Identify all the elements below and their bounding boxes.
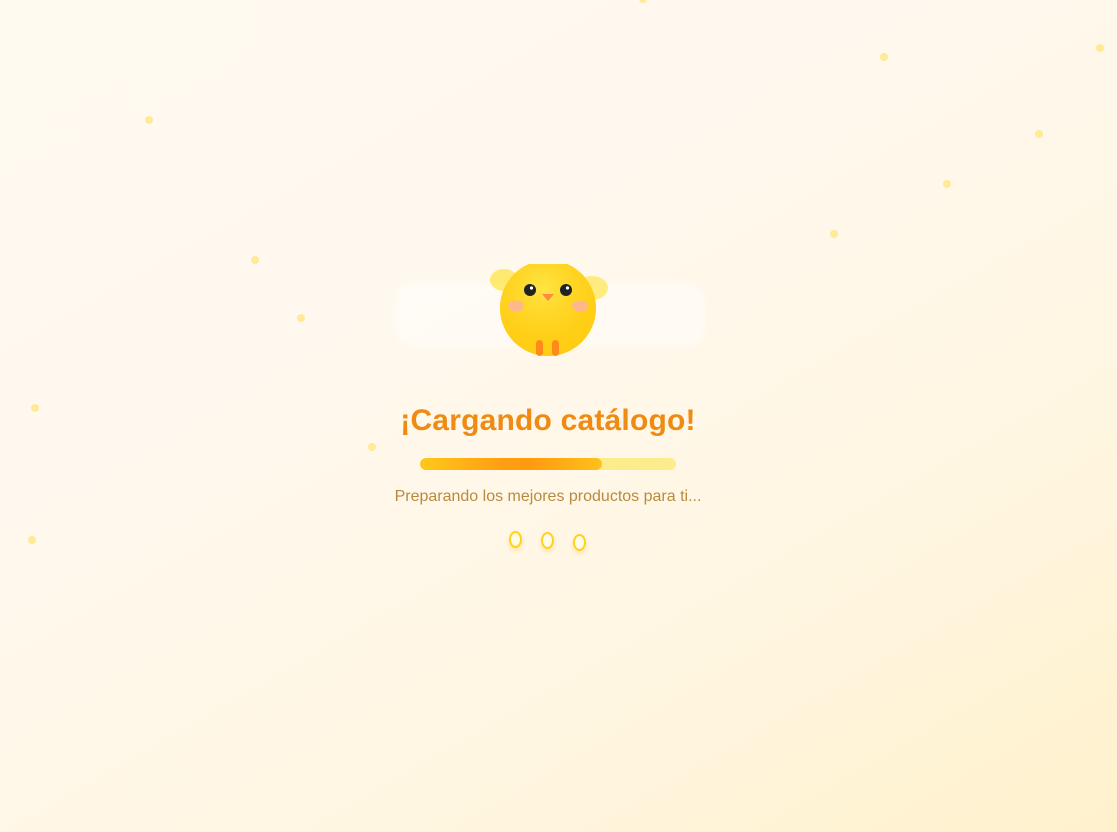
sparkle-dot <box>639 0 647 3</box>
sparkle-dot <box>28 536 36 544</box>
loading-dot <box>509 531 522 548</box>
sparkle-dot <box>1096 44 1104 52</box>
sparkle-dot <box>297 314 305 322</box>
sparkle-dot <box>880 53 888 61</box>
sparkle-dot <box>368 443 376 451</box>
loading-dot <box>541 532 554 549</box>
loading-title: ¡Cargando catálogo! <box>400 404 696 437</box>
sparkle-dot <box>943 180 951 188</box>
sparkle-dot <box>830 230 838 238</box>
progress-bar <box>420 458 676 470</box>
sparkle-dot <box>145 116 153 124</box>
loading-dot <box>573 534 586 551</box>
sparkle-dot <box>251 256 259 264</box>
progress-bar-fill <box>420 458 602 470</box>
chick-icon <box>490 264 608 356</box>
sparkle-dot <box>1035 130 1043 138</box>
loading-subtitle: Preparando los mejores productos para ti… <box>394 488 702 505</box>
